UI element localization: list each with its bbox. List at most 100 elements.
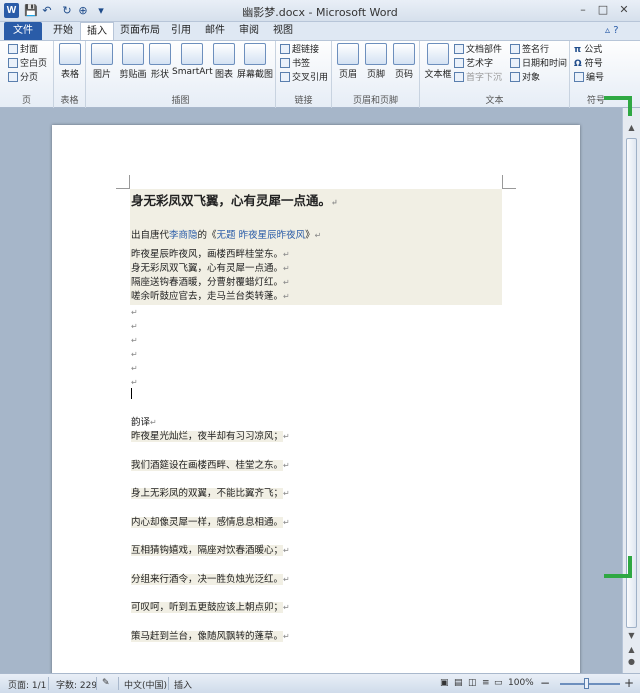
clipart-icon — [122, 43, 144, 65]
text-cursor — [131, 388, 132, 399]
tab-view[interactable]: 视图 — [268, 22, 298, 40]
poem-line[interactable]: 身无彩凤双飞翼，心有灵犀一点通。↵ — [131, 263, 290, 275]
close-button[interactable]: ✕ — [617, 3, 631, 17]
tab-file[interactable]: 文件 — [4, 22, 42, 40]
poem-line[interactable]: 昨夜星辰昨夜风，画楼西畔桂堂东。↵ — [131, 249, 290, 261]
empty-paragraph[interactable]: ↵ — [131, 377, 138, 389]
source-line[interactable]: 出自唐代李商隐的《无题 昨夜星辰昨夜风》↵ — [131, 230, 321, 242]
screenshot-icon — [244, 43, 266, 65]
textbox-button[interactable]: 文本框 — [424, 43, 452, 80]
cross-reference-button[interactable]: 交叉引用 — [280, 72, 328, 85]
page-break-icon — [8, 72, 18, 82]
translation-label[interactable]: 韵译↵ — [131, 417, 157, 429]
document-area[interactable]: 身无彩凤双飞翼，心有灵犀一点通。↵ 出自唐代李商隐的《无题 昨夜星辰昨夜风》↵ … — [0, 108, 622, 673]
view-draft-icon[interactable]: ▭ — [494, 678, 503, 688]
tab-page-layout[interactable]: 页面布局 — [116, 22, 164, 40]
browse-object-icon[interactable]: ● — [625, 656, 638, 668]
poem-line[interactable]: 隔座送钩春酒暖，分曹射覆蜡灯红。↵ — [131, 277, 290, 289]
translation-line[interactable]: 身上无彩凤的双翼，不能比翼齐飞；↵ — [131, 488, 290, 500]
group-label-header-footer: 页眉和页脚 — [352, 96, 398, 106]
tab-review[interactable]: 审阅 — [234, 22, 264, 40]
minimize-button[interactable]: – — [576, 3, 590, 17]
blank-page-button[interactable]: 空白页 — [8, 58, 47, 71]
drop-cap-button[interactable]: 首字下沉 — [454, 72, 502, 85]
chart-button[interactable]: 图表 — [212, 43, 236, 80]
drop-cap-icon — [454, 72, 464, 82]
zoom-in-button[interactable]: + — [624, 676, 634, 690]
translation-line[interactable]: 内心却像灵犀一样，感情息息相通。↵ — [131, 517, 290, 529]
empty-paragraph[interactable]: ↵ — [131, 363, 138, 375]
translation-line[interactable]: 我们酒筵设在画楼西畔、桂堂之东。↵ — [131, 460, 290, 472]
view-web-icon[interactable]: ◫ — [468, 678, 477, 688]
tab-home[interactable]: 开始 — [46, 22, 80, 40]
status-bar: 页面: 1/1 字数: 229 ✎ 中文(中国) 插入 ▣ ▤ ◫ ≡ ▭ 10… — [0, 673, 640, 693]
view-outline-icon[interactable]: ≡ — [482, 678, 490, 688]
page-count[interactable]: 页面: 1/1 — [8, 678, 46, 691]
screenshot-button[interactable]: 屏幕截图 — [236, 43, 274, 80]
translation-line[interactable]: 策马赶到兰台，像随风飘转的蓬草。↵ — [131, 631, 290, 643]
zoom-out-button[interactable]: − — [540, 676, 550, 690]
empty-paragraph[interactable]: ↵ — [131, 321, 138, 333]
poem-line[interactable]: 嗟余听鼓应官去，走马兰台类转蓬。↵ — [131, 291, 290, 303]
table-button[interactable]: 表格 — [58, 43, 82, 80]
translation-line[interactable]: 分组来行酒令，决一胜负烛光泛红。↵ — [131, 574, 290, 586]
word-count[interactable]: 字数: 229 — [56, 678, 97, 691]
crop-mark — [502, 175, 516, 189]
proofing-icon[interactable]: ✎ — [102, 678, 110, 688]
shapes-button[interactable]: 形状 — [148, 43, 172, 80]
picture-button[interactable]: 图片 — [90, 43, 114, 80]
quick-parts-button[interactable]: 文档部件 — [454, 44, 502, 57]
view-print-layout-icon[interactable]: ▣ — [440, 678, 449, 688]
maximize-button[interactable]: □ — [596, 3, 610, 17]
numbering-button[interactable]: 编号 — [574, 72, 604, 85]
translation-line[interactable]: 昨夜星光灿烂，夜半却有习习凉风；↵ — [131, 431, 290, 443]
work-link[interactable]: 无题 昨夜星辰昨夜风 — [217, 230, 306, 241]
header-button[interactable]: 页眉 — [336, 43, 360, 80]
page-number-button[interactable]: 页码 — [392, 43, 416, 80]
prev-page-icon[interactable]: ▲ — [625, 644, 638, 656]
translation-line[interactable]: 可叹呵，听到五更鼓应该上朝点卯；↵ — [131, 602, 290, 614]
zoom-level[interactable]: 100% — [508, 678, 534, 688]
object-button[interactable]: 对象 — [510, 72, 540, 85]
cover-page-button[interactable]: 封面 — [8, 44, 38, 57]
bookmark-button[interactable]: 书签 — [280, 58, 310, 71]
wordart-button[interactable]: 艺术字 — [454, 58, 493, 71]
view-reading-icon[interactable]: ▤ — [454, 678, 463, 688]
group-label-text: 文本 — [485, 96, 504, 106]
quick-parts-icon — [454, 44, 464, 54]
footer-button[interactable]: 页脚 — [364, 43, 388, 80]
help-icon[interactable]: ▵ ? — [605, 25, 619, 36]
empty-paragraph[interactable]: ↵ — [131, 307, 138, 319]
scroll-thumb[interactable] — [626, 138, 637, 628]
window-title: 幽影梦.docx - Microsoft Word — [242, 6, 398, 19]
insert-mode[interactable]: 插入 — [174, 678, 192, 691]
vertical-scrollbar[interactable]: ▲ ▼ ▲ ● — [622, 108, 640, 673]
zoom-slider[interactable] — [560, 683, 620, 685]
page-break-button[interactable]: 分页 — [8, 72, 38, 85]
clipart-button[interactable]: 剪贴画 — [116, 43, 150, 80]
date-time-button[interactable]: 日期和时间 — [510, 58, 567, 71]
translation-line[interactable]: 互相猜钩嬉戏，隔座对饮春酒暖心；↵ — [131, 545, 290, 557]
language-indicator[interactable]: 中文(中国) — [124, 678, 167, 691]
scroll-up-icon[interactable]: ▲ — [625, 122, 638, 134]
smartart-button[interactable]: SmartArt — [172, 43, 213, 77]
empty-paragraph[interactable]: ↵ — [131, 349, 138, 361]
scroll-down-icon[interactable]: ▼ — [625, 630, 638, 642]
status-divider — [48, 677, 49, 690]
signature-line-button[interactable]: 签名行 — [510, 44, 549, 57]
tab-references[interactable]: 引用 — [166, 22, 196, 40]
group-label-pages: 页 — [21, 96, 31, 106]
author-link[interactable]: 李商隐 — [169, 230, 198, 241]
empty-paragraph[interactable]: ↵ — [131, 335, 138, 347]
equation-button[interactable]: π 公式 — [574, 44, 602, 57]
tab-mailings[interactable]: 邮件 — [200, 22, 230, 40]
hyperlink-button[interactable]: 超链接 — [280, 44, 319, 57]
tab-insert[interactable]: 插入 — [80, 22, 114, 40]
footer-icon — [365, 43, 387, 65]
document-page[interactable]: 身无彩凤双飞翼，心有灵犀一点通。↵ 出自唐代李商隐的《无题 昨夜星辰昨夜风》↵ … — [52, 125, 580, 673]
symbol-button[interactable]: Ω 符号 — [574, 58, 603, 71]
document-heading[interactable]: 身无彩凤双飞翼，心有灵犀一点通。↵ — [131, 194, 338, 208]
page-number-icon — [393, 43, 415, 65]
zoom-slider-handle[interactable] — [584, 678, 589, 689]
shapes-icon — [149, 43, 171, 65]
